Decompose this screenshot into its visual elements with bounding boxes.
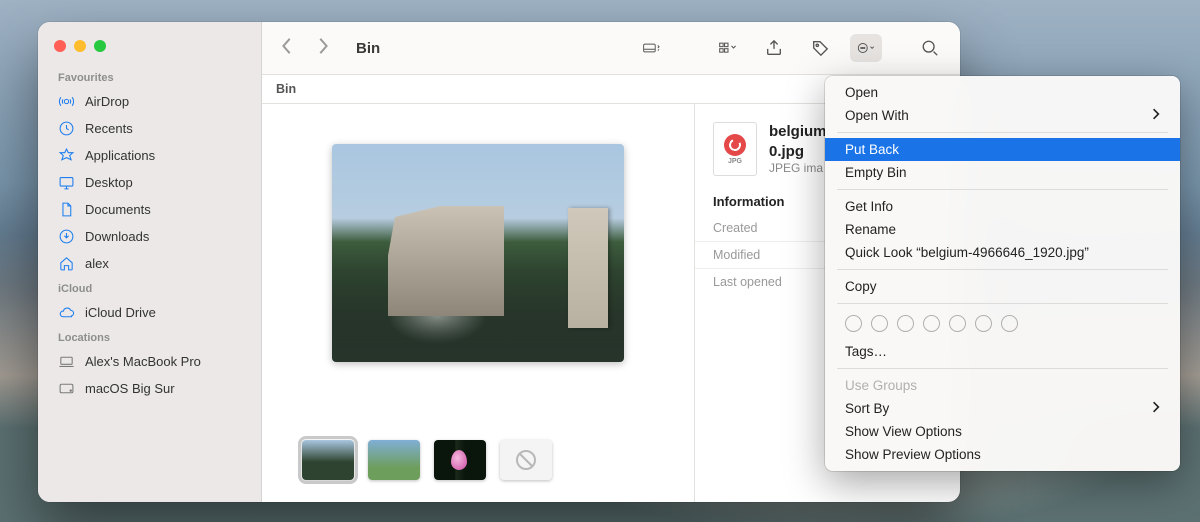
ctx-separator — [837, 189, 1168, 190]
sidebar-item-applications[interactable]: Applications — [38, 142, 261, 169]
ctx-open-with[interactable]: Open With — [825, 104, 1180, 127]
ctx-use-groups: Use Groups — [825, 374, 1180, 397]
ctx-get-info[interactable]: Get Info — [825, 195, 1180, 218]
ctx-open[interactable]: Open — [825, 81, 1180, 104]
tag-color-6[interactable] — [975, 315, 992, 332]
search-button[interactable] — [914, 34, 946, 62]
thumbnail-3[interactable] — [434, 440, 486, 480]
path-segment: Bin — [276, 82, 296, 96]
ctx-separator — [837, 269, 1168, 270]
documents-icon — [58, 201, 75, 218]
sidebar-section-icloud: iCloud — [38, 277, 261, 299]
ctx-rename[interactable]: Rename — [825, 218, 1180, 241]
ctx-separator — [837, 303, 1168, 304]
ctx-tags[interactable]: Tags… — [825, 340, 1180, 363]
view-mode-button[interactable] — [636, 34, 668, 62]
back-button[interactable] — [280, 37, 294, 60]
sidebar-item-label: Applications — [85, 148, 155, 163]
thumbnail-2[interactable] — [368, 440, 420, 480]
sidebar-item-label: Alex's MacBook Pro — [85, 354, 201, 369]
sidebar-section-locations: Locations — [38, 326, 261, 348]
disk-icon — [58, 380, 75, 397]
downloads-icon — [58, 228, 75, 245]
sidebar-item-label: Documents — [85, 202, 151, 217]
tag-color-7[interactable] — [1001, 315, 1018, 332]
sidebar-item-recents[interactable]: Recents — [38, 115, 261, 142]
sidebar-section-favourites: Favourites — [38, 66, 261, 88]
minimize-window-button[interactable] — [74, 40, 86, 52]
sidebar-item-desktop[interactable]: Desktop — [38, 169, 261, 196]
file-type-icon: JPG — [713, 122, 757, 176]
tag-color-5[interactable] — [949, 315, 966, 332]
sidebar-item-label: Desktop — [85, 175, 133, 190]
applications-icon — [58, 147, 75, 164]
window-controls — [38, 34, 261, 66]
sidebar-item-documents[interactable]: Documents — [38, 196, 261, 223]
tag-color-3[interactable] — [897, 315, 914, 332]
sidebar: Favourites AirDrop Recents Applications … — [38, 22, 262, 502]
sidebar-item-label: iCloud Drive — [85, 305, 156, 320]
ctx-quick-look[interactable]: Quick Look “belgium-4966646_1920.jpg” — [825, 241, 1180, 264]
ctx-show-preview-options[interactable]: Show Preview Options — [825, 443, 1180, 466]
thumbnail-strip — [302, 440, 552, 480]
ctx-show-view-options[interactable]: Show View Options — [825, 420, 1180, 443]
thumbnail-1[interactable] — [302, 440, 354, 480]
more-actions-button[interactable] — [850, 34, 882, 62]
home-icon — [58, 255, 75, 272]
ctx-copy[interactable]: Copy — [825, 275, 1180, 298]
sidebar-item-downloads[interactable]: Downloads — [38, 223, 261, 250]
share-button[interactable] — [758, 34, 790, 62]
ctx-tag-colors — [825, 309, 1180, 340]
sidebar-item-label: macOS Big Sur — [85, 381, 175, 396]
chevron-right-icon — [1152, 401, 1160, 416]
ctx-separator — [837, 132, 1168, 133]
thumbnail-blocked[interactable] — [500, 440, 552, 480]
file-kind: JPEG ima — [769, 161, 827, 175]
desktop-icon — [58, 174, 75, 191]
tags-button[interactable] — [804, 34, 836, 62]
tag-color-4[interactable] — [923, 315, 940, 332]
window-title: Bin — [356, 40, 380, 57]
file-name: belgium0.jpg — [769, 122, 827, 161]
sidebar-item-macbook[interactable]: Alex's MacBook Pro — [38, 348, 261, 375]
chevron-right-icon — [1152, 108, 1160, 123]
forward-button[interactable] — [316, 37, 330, 60]
sidebar-item-disk[interactable]: macOS Big Sur — [38, 375, 261, 402]
close-window-button[interactable] — [54, 40, 66, 52]
ctx-put-back[interactable]: Put Back — [825, 138, 1180, 161]
sidebar-item-airdrop[interactable]: AirDrop — [38, 88, 261, 115]
sidebar-item-label: AirDrop — [85, 94, 129, 109]
airdrop-icon — [58, 93, 75, 110]
clock-icon — [58, 120, 75, 137]
tag-color-1[interactable] — [845, 315, 862, 332]
laptop-icon — [58, 353, 75, 370]
toolbar: Bin — [262, 22, 960, 74]
sidebar-item-label: alex — [85, 256, 109, 271]
ctx-empty-bin[interactable]: Empty Bin — [825, 161, 1180, 184]
finder-window: Favourites AirDrop Recents Applications … — [38, 22, 960, 502]
sidebar-item-label: Recents — [85, 121, 133, 136]
group-button[interactable] — [712, 34, 744, 62]
tag-color-2[interactable] — [871, 315, 888, 332]
context-menu: Open Open With Put Back Empty Bin Get In… — [825, 76, 1180, 471]
ctx-separator — [837, 368, 1168, 369]
sidebar-item-home[interactable]: alex — [38, 250, 261, 277]
zoom-window-button[interactable] — [94, 40, 106, 52]
sidebar-item-icloud-drive[interactable]: iCloud Drive — [38, 299, 261, 326]
ctx-sort-by[interactable]: Sort By — [825, 397, 1180, 420]
cloud-icon — [58, 304, 75, 321]
sidebar-item-label: Downloads — [85, 229, 149, 244]
preview-image[interactable] — [332, 144, 624, 362]
